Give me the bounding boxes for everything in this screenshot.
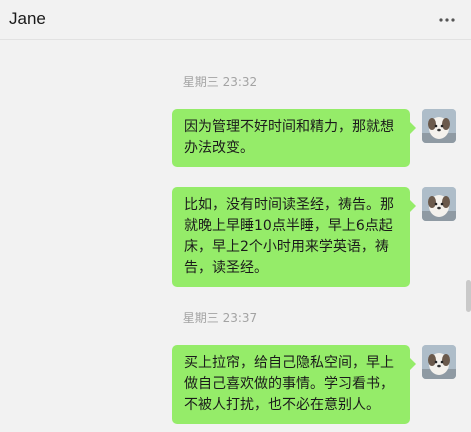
message-timestamp: 星期三 23:32 <box>182 75 258 89</box>
message-timestamp: 星期三 23:37 <box>182 311 258 325</box>
message-bubble[interactable]: 买上拉帘，给自己隐私空间，早上做自己喜欢做的事情。学习看书，不被人打扰，也不必在… <box>172 345 416 424</box>
message-row: 买上拉帘，给自己隐私空间，早上做自己喜欢做的事情。学习看书，不被人打扰，也不必在… <box>172 345 456 424</box>
avatar[interactable] <box>422 109 456 143</box>
contact-name: Jane <box>9 9 46 28</box>
message-bubble[interactable]: 比如，没有时间读圣经，祷告。那就晚上早睡10点半睡，早上6点起床，早上2个小时用… <box>172 187 416 287</box>
more-dots-icon[interactable] <box>437 12 457 28</box>
chat-message-list[interactable]: 星期三 23:32 因为管理不好时间和精力，那就想办法改变。 比如，没有时间读圣… <box>0 41 471 432</box>
avatar[interactable] <box>422 187 456 221</box>
chat-header: Jane <box>0 0 471 40</box>
avatar[interactable] <box>422 345 456 379</box>
message-row: 比如，没有时间读圣经，祷告。那就晚上早睡10点半睡，早上6点起床，早上2个小时用… <box>172 187 456 287</box>
scrollbar-thumb[interactable] <box>466 280 471 312</box>
message-row: 因为管理不好时间和精力，那就想办法改变。 <box>172 109 456 167</box>
message-bubble[interactable]: 因为管理不好时间和精力，那就想办法改变。 <box>172 109 416 167</box>
